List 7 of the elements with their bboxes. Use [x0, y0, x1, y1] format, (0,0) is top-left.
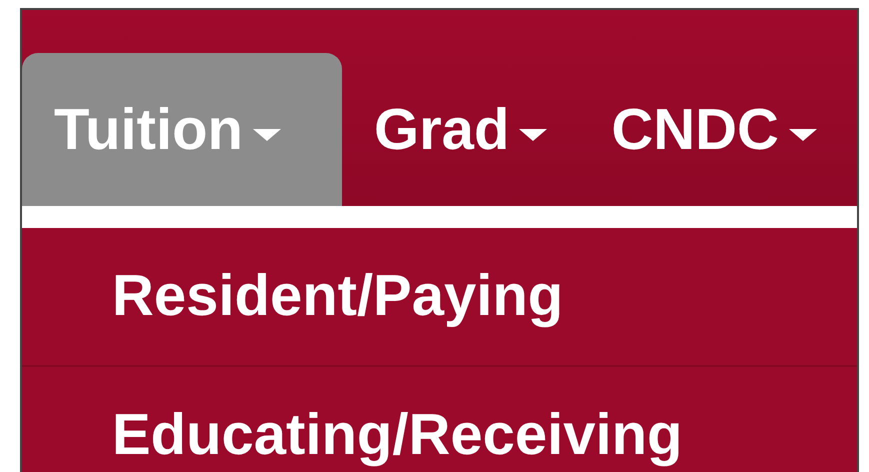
dropdown-item[interactable]: Resident/Paying — [22, 228, 857, 367]
menu-tab[interactable]: CNDC — [579, 53, 849, 206]
caret-icon — [788, 128, 817, 140]
caret-icon — [252, 128, 281, 140]
caret-icon — [519, 128, 548, 140]
dropdown-item[interactable]: Educating/Receiving — [22, 367, 857, 472]
menu-tab[interactable]: Grad — [342, 53, 580, 206]
